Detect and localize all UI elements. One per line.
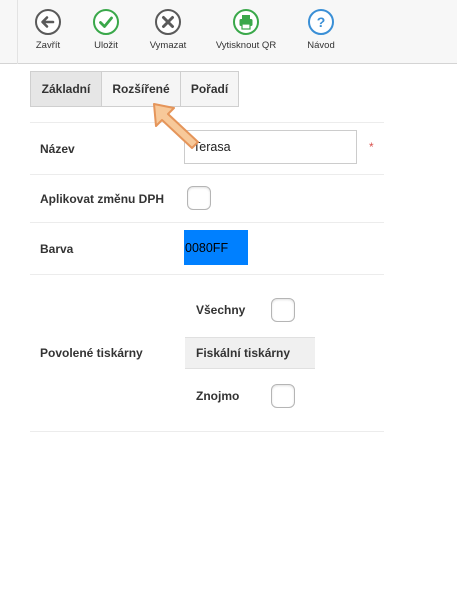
- arrow-left-circle-icon: [35, 9, 61, 35]
- vat-checkbox[interactable]: [187, 186, 211, 210]
- name-input[interactable]: [184, 130, 357, 164]
- required-mark: *: [369, 140, 374, 154]
- printer-group-header: Fiskální tiskárny: [185, 337, 315, 369]
- save-label: Uložit: [94, 40, 118, 51]
- question-circle-icon: ?: [308, 9, 334, 35]
- printers-label: Povolené tiskárny: [40, 346, 143, 360]
- toolbar: Zavřít Uložit Vymazat Vytisknout QR ? Ná…: [0, 0, 457, 64]
- printer-item-checkbox[interactable]: [271, 384, 295, 408]
- print-qr-label: Vytisknout QR: [215, 40, 277, 51]
- help-button[interactable]: ? Návod: [305, 8, 337, 51]
- close-label: Zavřít: [35, 40, 61, 51]
- printer-icon: [233, 9, 259, 35]
- printer-item-row: Znojmo: [185, 369, 315, 421]
- delete-button[interactable]: Vymazat: [147, 8, 189, 51]
- toolbar-left-edge: [0, 0, 18, 64]
- name-label: Název: [40, 142, 75, 156]
- help-glyph: ?: [317, 14, 326, 30]
- printer-all-label: Všechny: [196, 303, 246, 317]
- printer-item-label: Znojmo: [196, 389, 240, 403]
- print-qr-button[interactable]: Vytisknout QR: [213, 8, 279, 51]
- delete-label: Vymazat: [149, 40, 187, 51]
- save-button[interactable]: Uložit: [91, 8, 121, 51]
- help-label: Návod: [307, 40, 335, 51]
- close-button[interactable]: Zavřít: [33, 8, 63, 51]
- check-circle-icon: [93, 9, 119, 35]
- vat-label: Aplikovat změnu DPH: [40, 192, 165, 206]
- printer-all-row: Všechny: [185, 285, 315, 337]
- color-label: Barva: [40, 242, 74, 256]
- printers-list: Všechny Fiskální tiskárny Znojmo: [185, 285, 315, 421]
- printer-all-checkbox[interactable]: [271, 298, 295, 322]
- arrow-pointer-icon: [153, 103, 199, 149]
- color-picker[interactable]: 0080FF: [184, 230, 248, 265]
- tab-basic[interactable]: Základní: [30, 71, 102, 107]
- x-circle-icon: [155, 9, 181, 35]
